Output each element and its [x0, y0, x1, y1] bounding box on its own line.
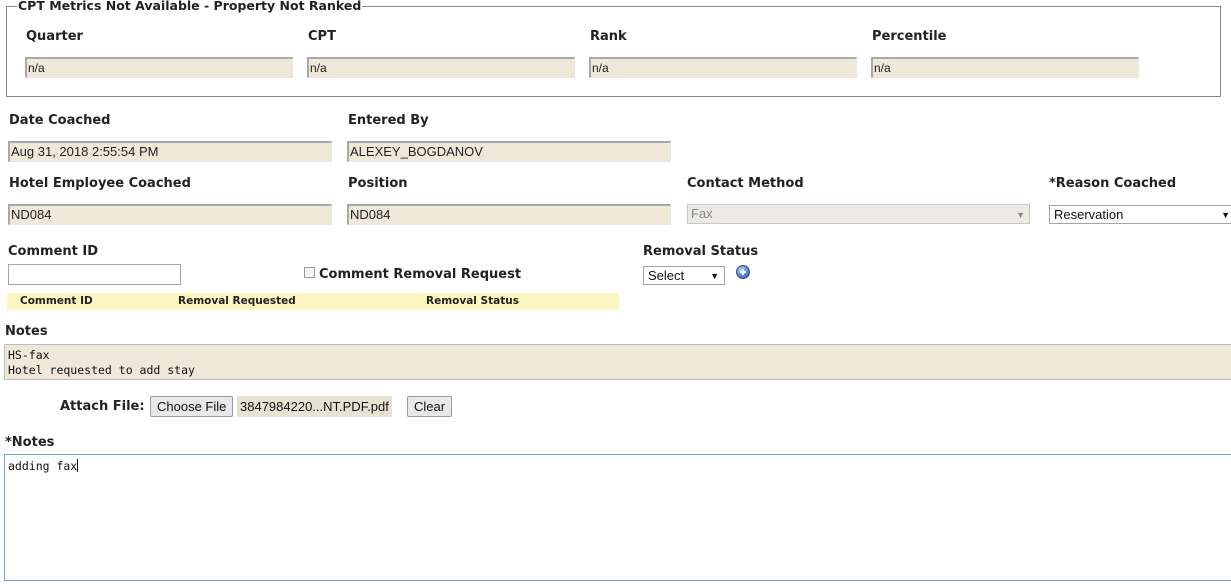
percentile-label: Percentile — [872, 29, 947, 44]
removal-status-value: Select — [648, 268, 685, 283]
position-label: Position — [348, 176, 408, 191]
date-coached-field[interactable]: Aug 31, 2018 2:55:54 PM — [8, 141, 332, 162]
notes-line: Hotel requested to add stay — [8, 363, 195, 377]
new-notes-textarea[interactable]: adding fax — [4, 454, 1231, 581]
selected-file-name: 3847984220...NT.PDF.pdf — [237, 396, 392, 417]
contact-method-select[interactable]: Fax ▼ — [687, 204, 1030, 224]
column-removal-requested: Removal Requested — [178, 295, 296, 307]
cpt-label: CPT — [308, 29, 336, 44]
date-coached-label: Date Coached — [9, 113, 111, 128]
clear-file-button[interactable]: Clear — [407, 396, 453, 417]
reason-coached-label: *Reason Coached — [1049, 176, 1177, 191]
comment-id-label: Comment ID — [8, 244, 99, 259]
choose-file-button[interactable]: Choose File — [150, 396, 234, 417]
removal-status-label: Removal Status — [643, 244, 759, 259]
add-plus-icon[interactable] — [736, 265, 750, 279]
percentile-field[interactable]: n/a — [871, 57, 1139, 78]
comment-removal-table-header: Comment ID Removal Requested Removal Sta… — [7, 293, 619, 310]
column-comment-id: Comment ID — [20, 295, 93, 307]
quarter-label: Quarter — [26, 29, 83, 44]
entered-by-label: Entered By — [348, 113, 429, 128]
column-removal-status: Removal Status — [426, 295, 519, 307]
quarter-field[interactable]: n/a — [25, 57, 293, 78]
rank-field[interactable]: n/a — [589, 57, 857, 78]
comment-id-input[interactable] — [8, 264, 181, 285]
cpt-metrics-legend: CPT Metrics Not Available - Property Not… — [17, 0, 363, 13]
notes-history: HS-fax Hotel requested to add stay — [4, 344, 1231, 380]
new-notes-label: *Notes — [5, 435, 55, 450]
cpt-field[interactable]: n/a — [307, 57, 575, 78]
rank-label: Rank — [590, 29, 627, 44]
contact-method-label: Contact Method — [687, 176, 804, 191]
employee-coached-field[interactable]: ND084 — [8, 204, 332, 225]
removal-status-select[interactable]: Select ▼ — [643, 266, 725, 285]
chevron-down-icon: ▼ — [1221, 210, 1230, 220]
comment-removal-label[interactable]: Comment Removal Request — [319, 267, 521, 282]
position-field[interactable]: ND084 — [347, 204, 671, 225]
notes-line: HS-fax — [8, 348, 50, 362]
notes-label: Notes — [5, 324, 48, 339]
new-notes-text: adding fax — [8, 459, 78, 473]
cpt-metrics-fieldset: CPT Metrics Not Available - Property Not… — [6, 0, 1221, 97]
chevron-down-icon: ▼ — [710, 271, 719, 281]
attach-file-label: Attach File: — [60, 399, 145, 414]
reason-coached-value: Reservation — [1054, 207, 1124, 222]
comment-removal-checkbox[interactable] — [304, 267, 315, 278]
text-caret — [77, 459, 79, 472]
entered-by-field[interactable]: ALEXEY_BOGDANOV — [347, 141, 671, 162]
chevron-down-icon: ▼ — [1016, 210, 1025, 220]
reason-coached-select[interactable]: Reservation ▼ — [1049, 205, 1231, 224]
employee-coached-label: Hotel Employee Coached — [9, 176, 191, 191]
contact-method-value: Fax — [691, 206, 713, 221]
